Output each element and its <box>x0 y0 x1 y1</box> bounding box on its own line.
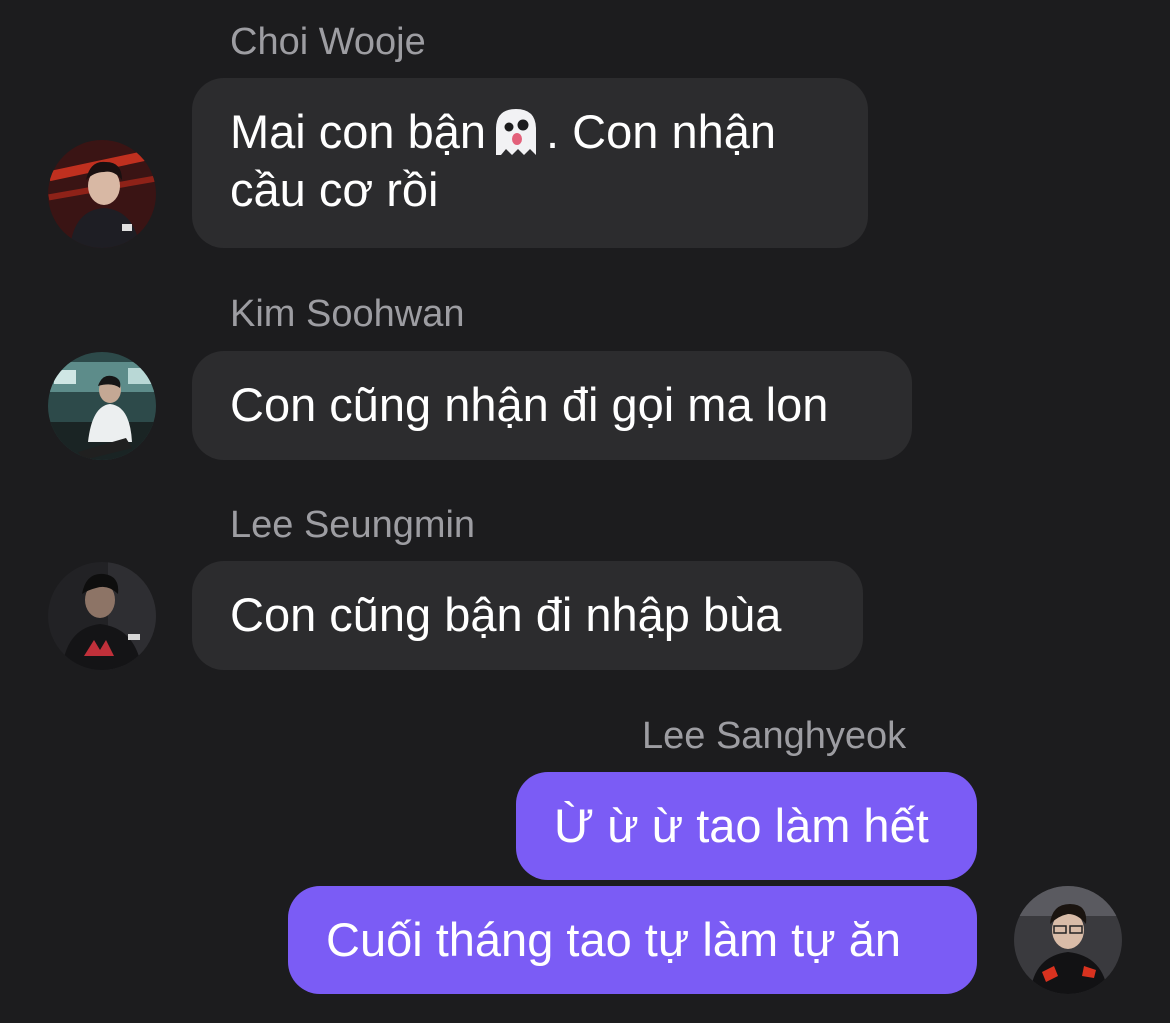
message-bubble[interactable]: Con cũng nhận đi gọi ma lon <box>192 351 912 460</box>
message-text: Cuối tháng tao tự làm tự ăn <box>326 913 902 966</box>
message-bubble[interactable]: Ừ ừ ừ tao làm hết <box>516 772 977 880</box>
avatar[interactable] <box>48 562 156 670</box>
message-text: Con cũng bận đi nhập bùa <box>230 588 782 641</box>
ghost-emoji-icon <box>486 103 546 161</box>
avatar[interactable] <box>1014 886 1122 994</box>
avatar[interactable] <box>48 352 156 460</box>
sender-name: Lee Seungmin <box>230 504 476 546</box>
message-line: cầu cơ rồi <box>230 163 439 216</box>
message-line: Mai con bận . Con nhận <box>230 103 830 161</box>
avatar-photo <box>48 352 156 460</box>
message-bubble[interactable]: Con cũng bận đi nhập bùa <box>192 561 863 670</box>
avatar-photo <box>48 140 156 248</box>
message-text: Ừ ừ ừ tao làm hết <box>554 799 929 852</box>
sender-name: Choi Wooje <box>230 21 426 63</box>
sender-name: Kim Soohwan <box>230 293 465 335</box>
message-text: Con cũng nhận đi gọi ma lon <box>230 378 829 431</box>
avatar-photo <box>48 562 156 670</box>
avatar[interactable] <box>48 140 156 248</box>
avatar-photo <box>1014 886 1122 994</box>
sender-name: Lee Sanghyeok <box>642 715 907 757</box>
message-bubble[interactable]: Mai con bận . Con nhận cầu cơ rồi <box>192 78 868 248</box>
message-bubble[interactable]: Cuối tháng tao tự làm tự ăn <box>288 886 977 994</box>
